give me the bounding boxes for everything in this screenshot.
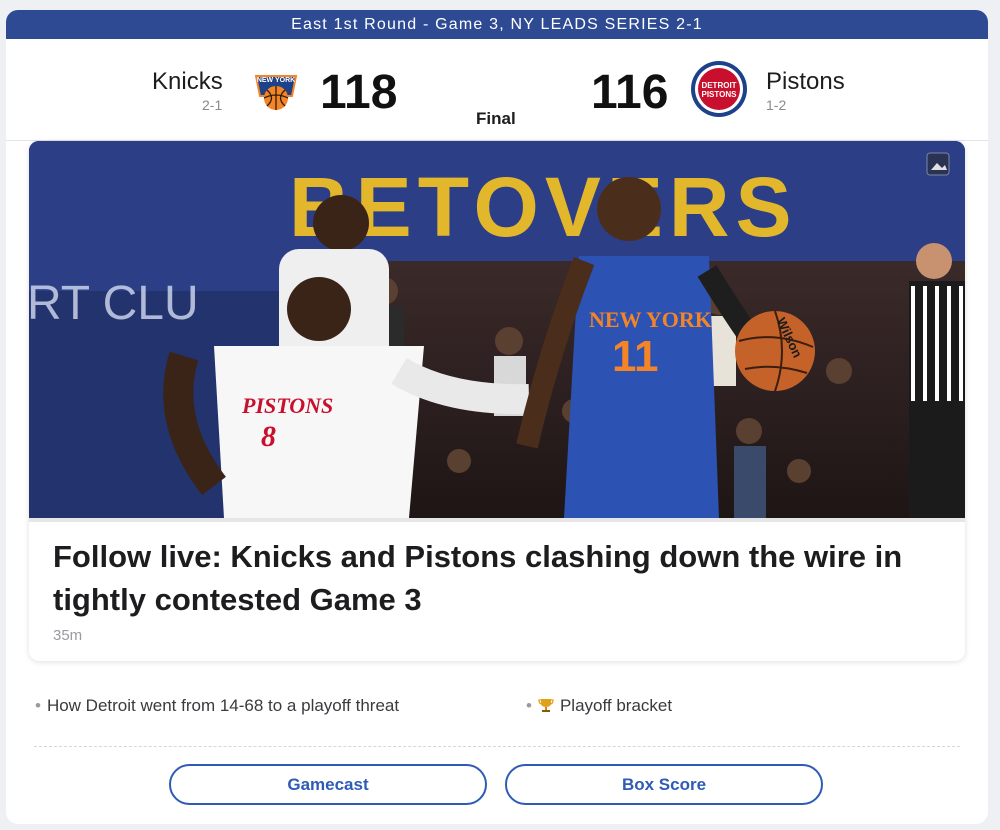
game-status: Final <box>476 109 516 128</box>
story-card[interactable]: BETOVERS RT CLU PISTONS 8 NEW YORK 11 Wi… <box>29 141 965 661</box>
pistons-logo-text-2: PISTONS <box>702 90 738 99</box>
related-link-label: How Detroit went from 14-68 to a playoff… <box>46 696 400 715</box>
related-link-bracket[interactable]: • Playoff bracket <box>526 696 672 716</box>
gamecast-button[interactable]: Gamecast <box>169 764 487 805</box>
home-team-record: 2-1 <box>202 97 223 113</box>
pistons-logo[interactable]: DETROIT PISTONS <box>690 60 748 123</box>
pistons-logo-text-1: DETROIT <box>701 81 736 90</box>
pistons-jersey-number: 8 <box>261 420 276 453</box>
scoreboard-card: East 1st Round - Game 3, NY LEADS SERIES… <box>6 10 988 824</box>
story-photo[interactable]: BETOVERS RT CLU PISTONS 8 NEW YORK 11 Wi… <box>29 141 965 518</box>
photo-gallery-icon[interactable] <box>927 153 949 175</box>
divider <box>34 746 960 747</box>
series-banner: East 1st Round - Game 3, NY LEADS SERIES… <box>6 10 988 39</box>
related-link-detroit[interactable]: • How Detroit went from 14-68 to a playof… <box>35 696 399 716</box>
photo-divider <box>29 518 965 522</box>
story-timestamp: 35m <box>53 627 83 644</box>
home-score: 118 <box>320 66 398 119</box>
photo-wall-text: RT CLU <box>29 277 199 330</box>
knicks-logo-text: NEW YORK <box>257 77 295 84</box>
knicks-jersey-number: 11 <box>612 332 659 381</box>
pistons-jersey-text: PISTONS <box>241 393 333 418</box>
photo-banner-text: BETOVERS <box>289 160 798 254</box>
box-score-button[interactable]: Box Score <box>505 764 823 805</box>
home-team-name[interactable]: Knicks <box>152 68 223 96</box>
away-team-name[interactable]: Pistons <box>766 68 845 96</box>
bullet-icon: • <box>526 696 532 715</box>
related-link-label: Playoff bracket <box>559 696 673 715</box>
scoreline[interactable]: Knicks 2-1 NEW YORK 118 Final 116 DETROI… <box>6 39 988 141</box>
away-team-record: 1-2 <box>766 97 787 113</box>
trophy-icon <box>538 696 554 716</box>
knicks-logo[interactable]: NEW YORK <box>248 60 304 121</box>
bullet-icon: • <box>35 696 41 715</box>
away-score: 116 <box>591 66 669 119</box>
knicks-jersey-text: NEW YORK <box>589 307 712 332</box>
story-headline[interactable]: Follow live: Knicks and Pistons clashing… <box>53 535 943 621</box>
